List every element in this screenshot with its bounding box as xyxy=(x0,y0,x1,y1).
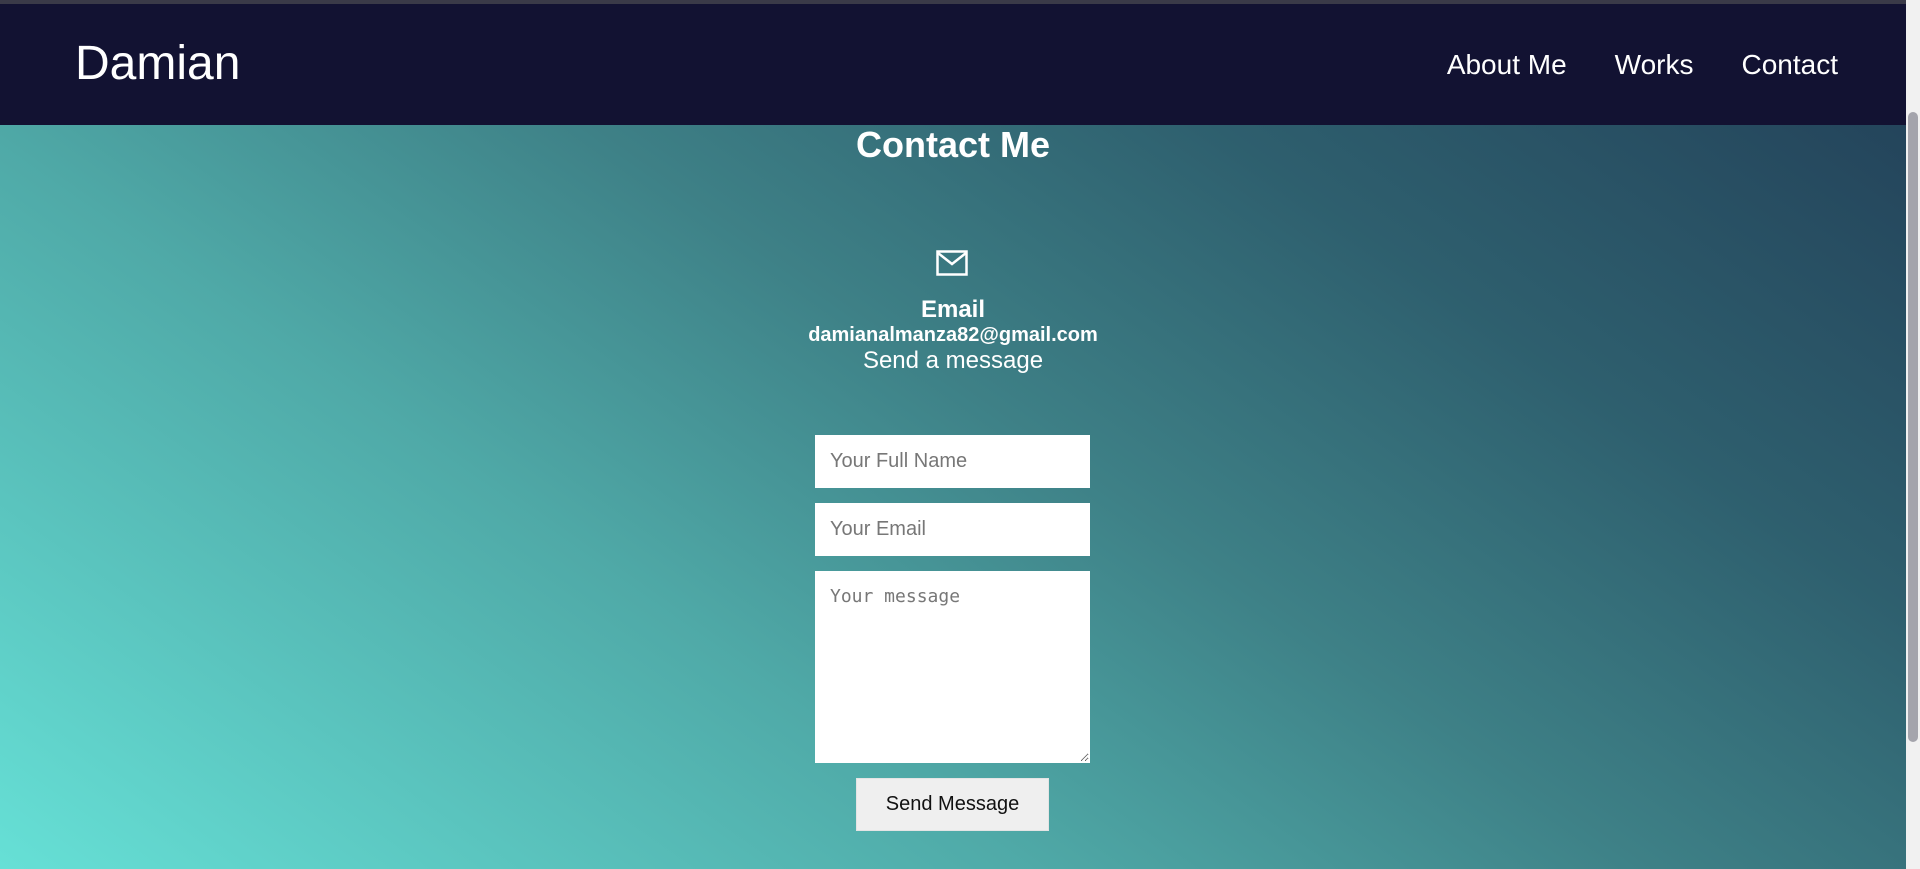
email-input[interactable] xyxy=(815,503,1090,556)
brand-logo[interactable]: Damian xyxy=(75,36,240,92)
nav-link-about-me[interactable]: About Me xyxy=(1447,48,1567,82)
full-name-input[interactable] xyxy=(815,435,1090,488)
contact-title: Contact Me xyxy=(855,124,1050,165)
email-address[interactable]: damianalmanza82@gmail.com xyxy=(0,323,1906,347)
scrollbar-thumb[interactable] xyxy=(1908,112,1918,742)
scrollbar[interactable] xyxy=(1906,0,1920,869)
nav-link-contact[interactable]: Contact xyxy=(1742,48,1839,82)
message-textarea[interactable] xyxy=(815,571,1090,763)
send-message-subtitle: Send a message xyxy=(862,347,1044,374)
site-header: Damian About Me Works Contact xyxy=(0,4,1906,125)
send-message-button[interactable]: Send Message xyxy=(856,778,1049,831)
main-nav: About Me Works Contact xyxy=(1447,48,1838,82)
email-label: Email xyxy=(920,296,986,323)
nav-link-works[interactable]: Works xyxy=(1615,48,1694,82)
mail-icon xyxy=(936,250,968,276)
